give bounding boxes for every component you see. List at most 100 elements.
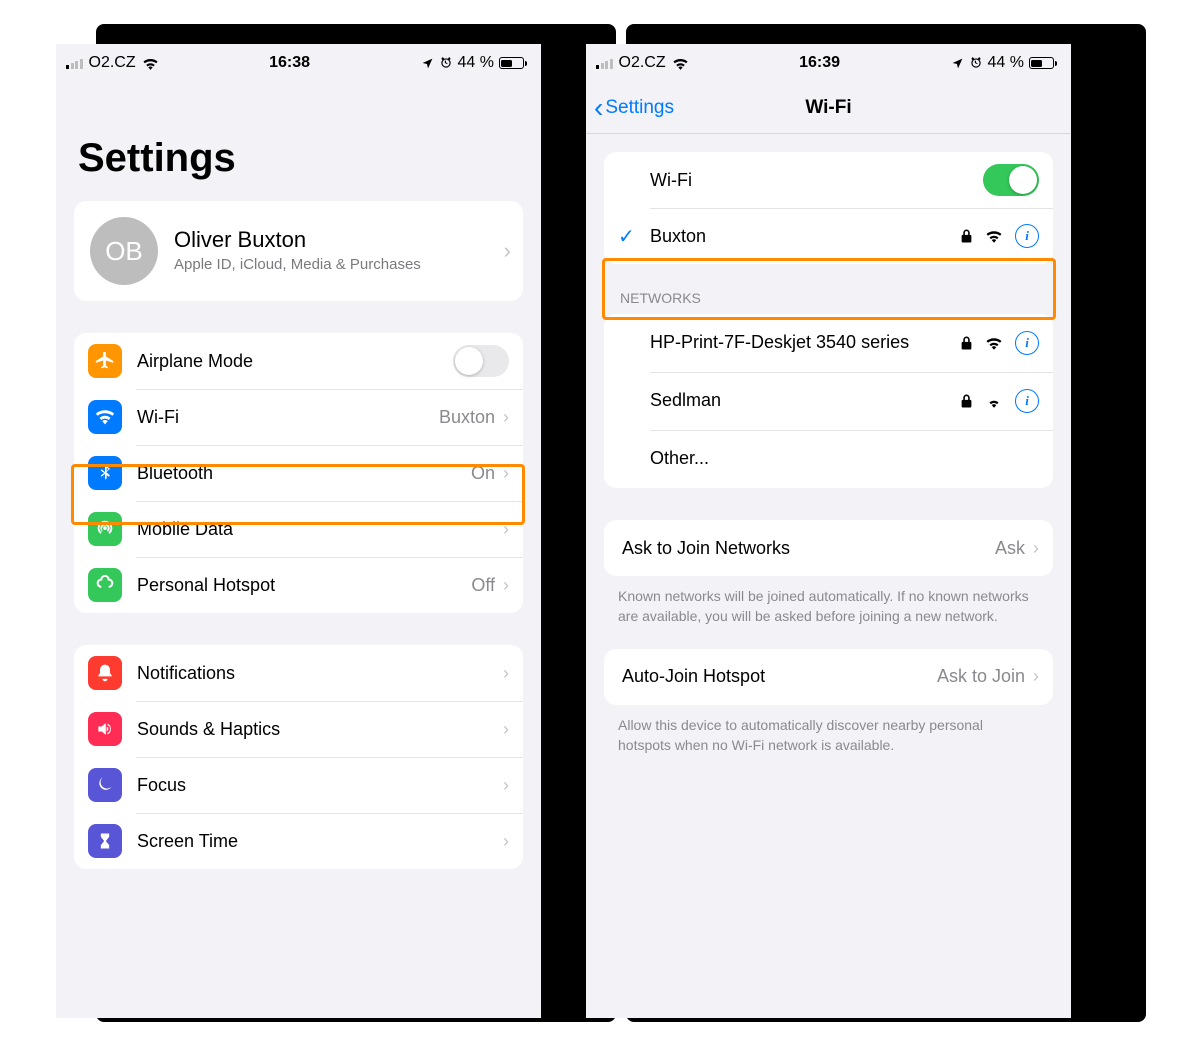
back-button[interactable]: ‹ Settings: [586, 94, 674, 122]
ask-to-join-description: Known networks will be joined automatica…: [586, 576, 1071, 627]
apple-id-name: Oliver Buxton: [174, 227, 488, 253]
wifi-icon: [142, 57, 159, 70]
row-value: Off: [471, 575, 495, 596]
info-button[interactable]: i: [1015, 331, 1039, 355]
airplane-toggle[interactable]: [453, 345, 509, 377]
hourglass-icon: [88, 824, 122, 858]
battery-percent: 44 %: [988, 54, 1024, 72]
chevron-right-icon: ›: [1033, 666, 1039, 687]
row-label: Airplane Mode: [137, 351, 453, 372]
row-label: Mobile Data: [137, 519, 503, 540]
wifi-signal-icon: [985, 336, 1003, 350]
status-bar: O2.CZ 16:38 44 %: [56, 44, 541, 82]
battery-icon: [1029, 57, 1057, 69]
chevron-right-icon: ›: [503, 519, 509, 540]
battery-icon: [499, 57, 527, 69]
wifi-toggle[interactable]: [983, 164, 1039, 196]
airplane-mode-row[interactable]: Airplane Mode: [74, 333, 523, 389]
bluetooth-row[interactable]: Bluetooth On ›: [74, 445, 523, 501]
alarm-icon: [969, 56, 983, 70]
row-value: Ask: [995, 538, 1025, 559]
back-label: Settings: [605, 97, 674, 119]
location-icon: [951, 57, 964, 70]
signal-icon: [66, 57, 83, 69]
apple-id-row[interactable]: OB Oliver Buxton Apple ID, iCloud, Media…: [74, 201, 523, 301]
row-value: Buxton: [439, 407, 495, 428]
check-icon: ✓: [618, 224, 635, 249]
wifi-toggle-row[interactable]: Wi-Fi: [604, 152, 1053, 208]
chevron-right-icon: ›: [504, 238, 511, 264]
lock-icon: [960, 393, 973, 409]
row-label: Wi-Fi: [650, 170, 983, 191]
screen-time-row[interactable]: Screen Time ›: [74, 813, 523, 869]
networks-header: NETWORKS: [586, 264, 1071, 314]
speaker-icon: [88, 712, 122, 746]
chevron-right-icon: ›: [503, 463, 509, 484]
focus-row[interactable]: Focus ›: [74, 757, 523, 813]
chevron-right-icon: ›: [503, 719, 509, 740]
settings-screen: O2.CZ 16:38 44 % Settings OB Oliver Buxt…: [56, 44, 541, 1018]
hotspot-row[interactable]: Personal Hotspot Off ›: [74, 557, 523, 613]
carrier-label: O2.CZ: [89, 54, 136, 72]
row-value: On: [471, 463, 495, 484]
page-title: Settings: [56, 82, 541, 201]
bell-icon: [88, 656, 122, 690]
chevron-right-icon: ›: [503, 663, 509, 684]
row-label: Wi-Fi: [137, 407, 439, 428]
sounds-row[interactable]: Sounds & Haptics ›: [74, 701, 523, 757]
network-row[interactable]: Sedlman i: [604, 372, 1053, 430]
chevron-right-icon: ›: [503, 775, 509, 796]
chevron-right-icon: ›: [503, 831, 509, 852]
auto-join-hotspot-row[interactable]: Auto-Join Hotspot Ask to Join ›: [604, 649, 1053, 705]
network-name: Buxton: [650, 226, 960, 247]
antenna-icon: [88, 512, 122, 546]
chevron-right-icon: ›: [503, 407, 509, 428]
battery-percent: 44 %: [458, 54, 494, 72]
avatar: OB: [90, 217, 158, 285]
row-label: Auto-Join Hotspot: [622, 666, 937, 687]
notifications-row[interactable]: Notifications ›: [74, 645, 523, 701]
other-network-row[interactable]: Other...: [604, 430, 1053, 488]
row-label: Ask to Join Networks: [622, 538, 995, 559]
network-name: Sedlman: [650, 379, 960, 422]
row-value: Ask to Join: [937, 666, 1025, 687]
alarm-icon: [439, 56, 453, 70]
wifi-row[interactable]: Wi-Fi Buxton ›: [74, 389, 523, 445]
carrier-label: O2.CZ: [619, 54, 666, 72]
airplane-icon: [88, 344, 122, 378]
info-button[interactable]: i: [1015, 224, 1039, 248]
wifi-signal-icon: [985, 394, 1003, 408]
lock-icon: [960, 335, 973, 351]
signal-icon: [596, 57, 613, 69]
chevron-left-icon: ‹: [594, 94, 603, 122]
chevron-right-icon: ›: [503, 575, 509, 596]
wifi-signal-icon: [985, 229, 1003, 243]
nav-bar: ‹ Settings Wi-Fi: [586, 82, 1071, 134]
auto-join-description: Allow this device to automatically disco…: [586, 705, 1071, 756]
hotspot-icon: [88, 568, 122, 602]
bluetooth-icon: [88, 456, 122, 490]
lock-icon: [960, 228, 973, 244]
row-label: Screen Time: [137, 831, 503, 852]
status-time: 16:38: [269, 54, 310, 72]
moon-icon: [88, 768, 122, 802]
apple-id-sub: Apple ID, iCloud, Media & Purchases: [174, 256, 488, 275]
status-bar: O2.CZ 16:39 44 %: [586, 44, 1071, 82]
row-label: Sounds & Haptics: [137, 719, 503, 740]
chevron-right-icon: ›: [1033, 538, 1039, 559]
mobile-data-row[interactable]: Mobile Data ›: [74, 501, 523, 557]
row-label: Other...: [650, 437, 1039, 480]
ask-to-join-row[interactable]: Ask to Join Networks Ask ›: [604, 520, 1053, 576]
info-button[interactable]: i: [1015, 389, 1039, 413]
connected-network-row[interactable]: ✓ Buxton i: [604, 208, 1053, 264]
network-row[interactable]: HP-Print-7F-Deskjet 3540 series i: [604, 314, 1053, 372]
wifi-icon: [88, 400, 122, 434]
row-label: Bluetooth: [137, 463, 471, 484]
status-time: 16:39: [799, 54, 840, 72]
location-icon: [421, 57, 434, 70]
row-label: Personal Hotspot: [137, 575, 471, 596]
network-name: HP-Print-7F-Deskjet 3540 series: [650, 321, 960, 364]
connectivity-group: Airplane Mode Wi-Fi Buxton › Bluetooth O…: [74, 333, 523, 613]
row-label: Notifications: [137, 663, 503, 684]
wifi-icon: [672, 57, 689, 70]
